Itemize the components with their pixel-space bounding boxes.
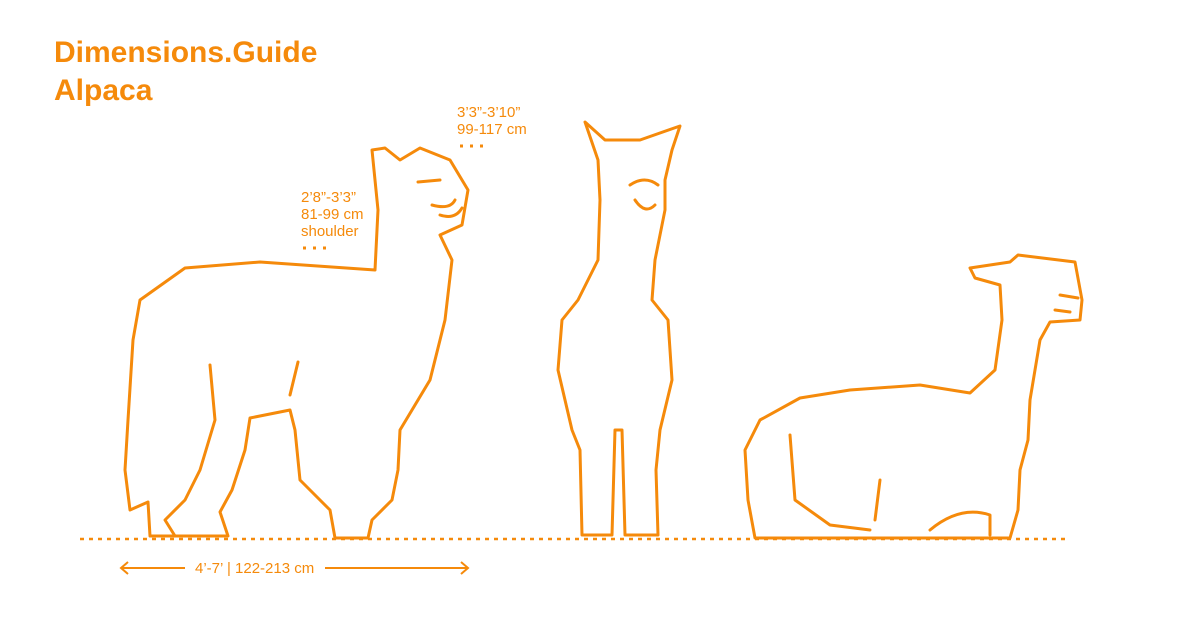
alpaca-drawings bbox=[80, 120, 1084, 575]
alpaca-front bbox=[556, 120, 682, 537]
alpaca-side-standing bbox=[123, 146, 470, 540]
diagram: Dimensions.Guide Alpaca 3’3”-3’10” 99-11… bbox=[0, 0, 1200, 630]
length-arrow bbox=[119, 561, 470, 575]
